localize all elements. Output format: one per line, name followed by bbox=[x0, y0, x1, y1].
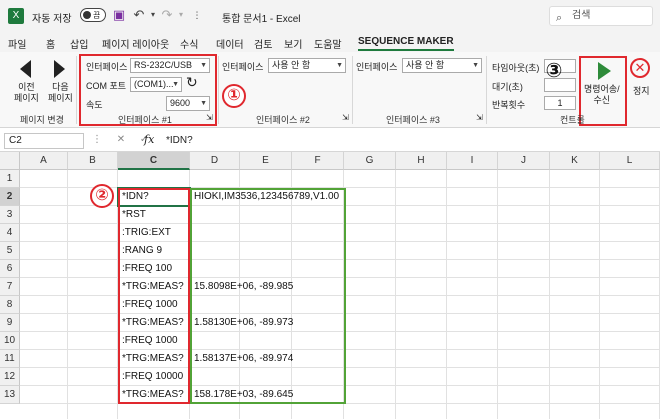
column-header-a[interactable]: A bbox=[20, 152, 68, 170]
select-all-corner[interactable] bbox=[0, 152, 20, 170]
search-icon: ⌕ bbox=[556, 12, 563, 24]
row-header-2[interactable]: 2 bbox=[0, 188, 20, 206]
column-header-f[interactable]: F bbox=[292, 152, 344, 170]
marker-1: ① bbox=[222, 84, 246, 108]
stop-icon[interactable]: ✕ bbox=[630, 58, 650, 78]
chevron-down-icon: ▼ bbox=[336, 62, 343, 69]
document-title: 통합 문서1 - Excel bbox=[222, 14, 301, 25]
if3-interface-value: 사용 안 함 bbox=[406, 60, 445, 70]
chevron-down-icon: ▼ bbox=[472, 62, 479, 69]
autosave-state: 끔 bbox=[93, 11, 101, 20]
group-label-interface-3: 인터페이스 #3 bbox=[386, 115, 440, 125]
column-header-l[interactable]: L bbox=[600, 152, 660, 170]
column-header-g[interactable]: G bbox=[344, 152, 396, 170]
prev-page-button[interactable]: 이전 페이지 bbox=[14, 82, 39, 104]
repeat-label: 반복횟수 bbox=[492, 100, 526, 110]
tab-formulas[interactable]: 수식 bbox=[180, 36, 198, 51]
row-header-1[interactable]: 1 bbox=[0, 170, 20, 188]
column-header-i[interactable]: I bbox=[447, 152, 498, 170]
ribbon-tabs: 파일 홈 삽입 페이지 레이아웃 수식 데이터 검토 보기 도움말 SEQUEN… bbox=[0, 32, 660, 52]
excel-logo-icon: X bbox=[8, 8, 24, 24]
undo-icon[interactable]: ↶ bbox=[132, 8, 146, 22]
if2-interface-value: 사용 안 함 bbox=[272, 60, 311, 70]
row-header-12[interactable]: 12 bbox=[0, 368, 20, 386]
ribbon-separator bbox=[76, 56, 77, 124]
next-page-button[interactable]: 다음 페이지 bbox=[48, 82, 73, 104]
customize-toolbar-icon[interactable]: ⋮ bbox=[190, 8, 204, 22]
row-header-9[interactable]: 9 bbox=[0, 314, 20, 332]
highlight-box-3 bbox=[579, 56, 627, 126]
name-box[interactable]: C2 bbox=[4, 133, 84, 149]
ribbon-panel: 이전 페이지 다음 페이지 페이지 변경 인터페이스 RS-232C/USB ▼ … bbox=[0, 52, 660, 128]
marker-3: ③ bbox=[545, 60, 563, 82]
autosave-toggle[interactable]: 끔 bbox=[80, 8, 106, 22]
tab-sequence-maker[interactable]: SEQUENCE MAKER bbox=[358, 36, 454, 51]
group-label-page-change: 페이지 변경 bbox=[20, 115, 64, 125]
ribbon-separator bbox=[486, 56, 487, 124]
column-header-c[interactable]: C bbox=[118, 152, 190, 170]
column-header-d[interactable]: D bbox=[190, 152, 240, 170]
tab-help[interactable]: 도움말 bbox=[314, 36, 342, 51]
save-icon[interactable]: ▣ bbox=[112, 8, 126, 22]
group-label-interface-2: 인터페이스 #2 bbox=[256, 115, 310, 125]
tab-data[interactable]: 데이터 bbox=[216, 36, 244, 51]
row-header-11[interactable]: 11 bbox=[0, 350, 20, 368]
column-header-k[interactable]: K bbox=[550, 152, 600, 170]
if3-interface-select[interactable]: 사용 안 함 ▼ bbox=[402, 58, 482, 73]
highlight-box-response bbox=[190, 188, 346, 404]
tab-file[interactable]: 파일 bbox=[8, 36, 26, 51]
row-header-10[interactable]: 10 bbox=[0, 332, 20, 350]
repeat-input[interactable]: 1 bbox=[544, 96, 576, 110]
group-label-control: 컨트롤 bbox=[560, 115, 585, 125]
row-header-13[interactable]: 13 bbox=[0, 386, 20, 404]
tab-review[interactable]: 검토 bbox=[254, 36, 272, 51]
highlight-box-1 bbox=[79, 54, 217, 126]
search-placeholder: 검색 bbox=[572, 10, 591, 21]
column-header-h[interactable]: H bbox=[396, 152, 447, 170]
if2-interface-label: 인터페이스 bbox=[222, 62, 264, 72]
wait-label: 대기(초) bbox=[492, 82, 523, 92]
tab-page-layout[interactable]: 페이지 레이아웃 bbox=[102, 36, 169, 51]
redo-icon[interactable]: ↷ bbox=[160, 8, 174, 22]
if2-interface-select[interactable]: 사용 안 함 ▼ bbox=[268, 58, 346, 73]
formula-bar: C2 ⋮ ✕ ✓ fx *IDN? bbox=[0, 130, 660, 152]
redo-dropdown-icon[interactable]: ▾ bbox=[174, 8, 188, 22]
row-header-5[interactable]: 5 bbox=[0, 242, 20, 260]
dialog-launcher-icon[interactable]: ⇲ bbox=[342, 113, 349, 122]
search-box[interactable]: ⌕ 검색 bbox=[549, 6, 653, 26]
next-page-icon[interactable] bbox=[54, 60, 65, 78]
undo-dropdown-icon[interactable]: ▾ bbox=[146, 8, 160, 22]
timeout-label: 타임아웃(초) bbox=[492, 63, 540, 73]
formula-input[interactable]: *IDN? bbox=[166, 135, 193, 146]
insert-function-icon[interactable]: fx bbox=[144, 133, 154, 146]
row-header-3[interactable]: 3 bbox=[0, 206, 20, 224]
marker-2: ② bbox=[90, 184, 114, 208]
if3-interface-label: 인터페이스 bbox=[356, 62, 398, 72]
tab-insert[interactable]: 삽입 bbox=[70, 36, 88, 51]
ribbon-separator bbox=[218, 56, 219, 124]
row-header-4[interactable]: 4 bbox=[0, 224, 20, 242]
ribbon-separator bbox=[352, 56, 353, 124]
title-bar: X 자동 저장 끔 ▣ ↶ ▾ ↷ ▾ ⋮ 통합 문서1 - Excel ⌕ 검… bbox=[0, 0, 660, 32]
tab-view[interactable]: 보기 bbox=[284, 36, 302, 51]
highlight-box-2 bbox=[118, 188, 190, 404]
stop-button[interactable]: 정지 bbox=[633, 84, 650, 97]
column-header-e[interactable]: E bbox=[240, 152, 292, 170]
dialog-launcher-icon[interactable]: ⇲ bbox=[476, 113, 483, 122]
row-header-8[interactable]: 8 bbox=[0, 296, 20, 314]
row-header-6[interactable]: 6 bbox=[0, 260, 20, 278]
tab-home[interactable]: 홈 bbox=[46, 36, 55, 51]
prev-page-icon[interactable] bbox=[20, 60, 31, 78]
column-header-b[interactable]: B bbox=[68, 152, 118, 170]
autosave-label: 자동 저장 bbox=[32, 14, 72, 25]
row-header-7[interactable]: 7 bbox=[0, 278, 20, 296]
column-header-j[interactable]: J bbox=[498, 152, 550, 170]
